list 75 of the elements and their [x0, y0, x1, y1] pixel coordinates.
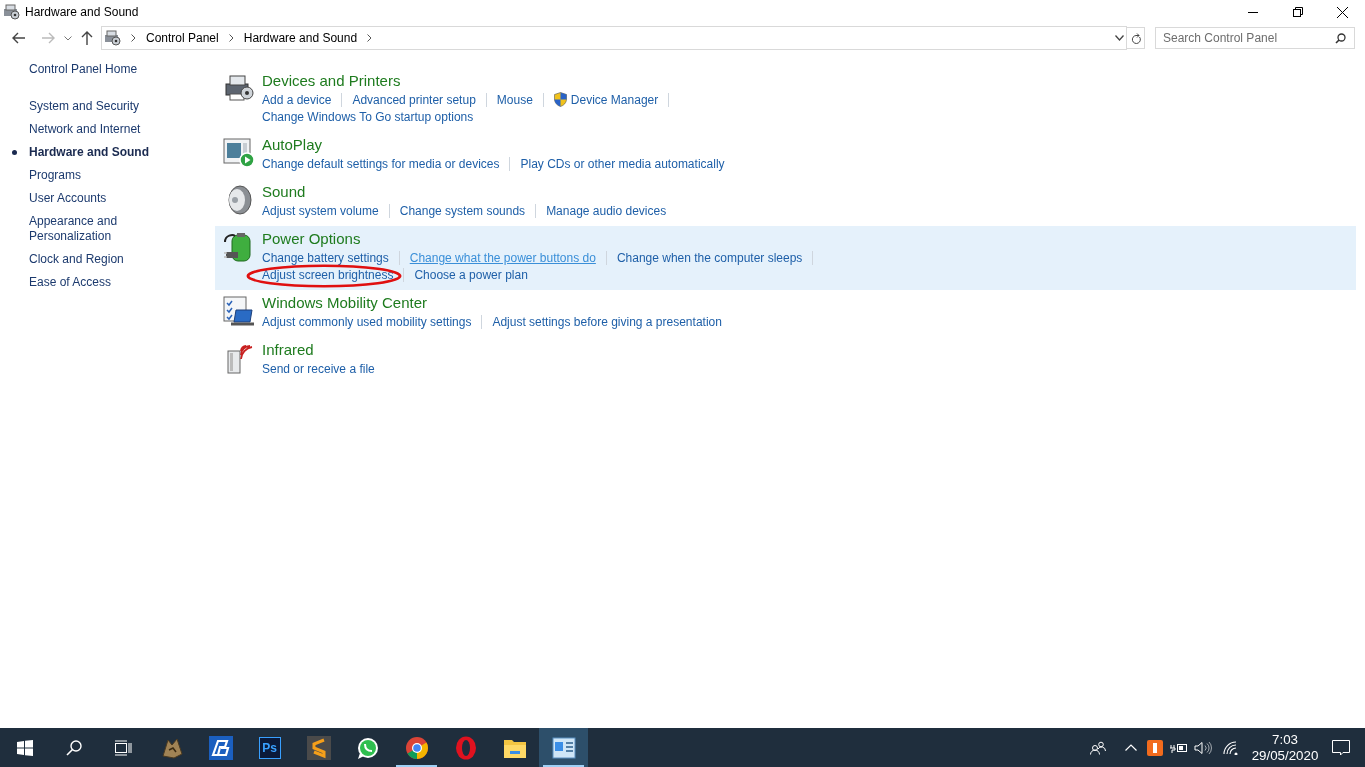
link[interactable]: Manage audio devices — [546, 203, 667, 218]
taskbar-app-button[interactable]: Ps — [245, 728, 294, 767]
address-bar[interactable]: Control Panel Hardware and Sound — [101, 26, 1127, 50]
chevron-up-icon — [1125, 744, 1137, 751]
link[interactable]: Adjust commonly used mobility settings — [262, 314, 472, 329]
dropdown-icon[interactable] — [1115, 35, 1124, 41]
window-title: Hardware and Sound — [25, 5, 140, 19]
printer-icon — [3, 4, 20, 20]
speaker-icon — [225, 185, 252, 215]
close-icon — [1337, 6, 1348, 18]
link[interactable]: Change battery settings — [262, 250, 389, 265]
category-title[interactable]: AutoPlay — [262, 135, 323, 155]
laptop-checklist-icon — [222, 296, 255, 328]
speech-bubble-icon — [1332, 739, 1350, 756]
sidebar-link[interactable]: Ease of Access — [29, 275, 154, 290]
printer-icon — [104, 30, 121, 46]
sidebar-link[interactable]: Network and Internet — [29, 122, 154, 137]
link[interactable]: Adjust system volume — [262, 203, 379, 218]
shield-icon — [553, 92, 567, 107]
sidebar-link[interactable]: System and Security — [29, 99, 154, 114]
refresh-icon — [1130, 32, 1141, 44]
printer-icon — [223, 74, 254, 102]
category-title[interactable]: Windows Mobility Center — [262, 293, 428, 313]
chevron-icon — [228, 34, 234, 42]
speaker-icon — [1194, 740, 1212, 755]
link[interactable]: Mouse — [496, 92, 533, 107]
battery-charging-icon — [1170, 741, 1188, 754]
search-field[interactable]: Search Control Panel — [1155, 27, 1355, 49]
up-button[interactable] — [79, 29, 95, 47]
sidebar-link[interactable]: Programs — [29, 168, 154, 183]
link[interactable]: Adjust settings before giving a presentation — [492, 314, 722, 329]
link[interactable]: Device Manager — [553, 92, 659, 107]
search-icon — [65, 739, 82, 756]
chevron-down-icon — [64, 35, 72, 41]
category-title[interactable]: Power Options — [262, 229, 361, 249]
photoshop-logo-icon: Ps — [258, 736, 281, 759]
minimize-icon — [1247, 11, 1258, 13]
clock-date: 29/05/2020 — [1251, 747, 1319, 764]
link[interactable]: Play CDs or other media automatically — [520, 156, 725, 171]
people-icon — [1090, 740, 1106, 755]
sidebar-link[interactable]: User Accounts — [29, 191, 154, 206]
windows-logo-icon — [16, 739, 33, 756]
wifi-icon — [1223, 740, 1239, 755]
search-icon — [1335, 33, 1346, 44]
sidebar-link[interactable]: Clock and Region — [29, 252, 154, 267]
category-title[interactable]: Infrared — [262, 340, 314, 360]
sidebar-link[interactable]: Control Panel Home — [29, 62, 138, 77]
link[interactable]: Change when the computer sleeps — [616, 250, 803, 265]
breadcrumb[interactable]: Hardware and Sound — [243, 31, 358, 45]
chat-bubble-icon — [355, 735, 380, 760]
link[interactable]: Advanced printer setup — [352, 92, 476, 107]
control-panel-window-icon — [551, 736, 576, 759]
sidebar-link[interactable]: Appearance and Personalization — [29, 214, 154, 244]
link[interactable]: Change default settings for media or devices — [262, 156, 500, 171]
link[interactable]: Add a device — [262, 92, 332, 107]
breadcrumb[interactable]: Control Panel — [146, 31, 219, 45]
refresh-button[interactable] — [1127, 27, 1145, 49]
restore-icon — [1292, 7, 1303, 17]
category-title[interactable]: Devices and Printers — [262, 71, 401, 91]
taskbar-app-button[interactable] — [539, 728, 588, 767]
link[interactable]: Choose a power plan — [414, 267, 528, 282]
category-title[interactable]: Sound — [262, 182, 306, 202]
chevron-icon — [131, 34, 136, 42]
browser-logo-icon — [404, 735, 429, 760]
link[interactable]: Change system sounds — [399, 203, 526, 218]
task-view-icon — [113, 739, 132, 756]
infrared-device-icon — [224, 343, 253, 375]
tray-app-icon — [1147, 739, 1163, 756]
chevron-icon — [367, 34, 373, 42]
clock-button[interactable]: 7:03 29/05/2020 — [1253, 728, 1317, 767]
clock-time: 7:03 — [1272, 731, 1298, 748]
sidebar-link[interactable]: Hardware and Sound — [29, 145, 154, 160]
link[interactable]: Send or receive a file — [262, 361, 375, 376]
media-window-icon — [222, 138, 255, 168]
link[interactable]: Change Windows To Go startup options — [262, 109, 474, 124]
